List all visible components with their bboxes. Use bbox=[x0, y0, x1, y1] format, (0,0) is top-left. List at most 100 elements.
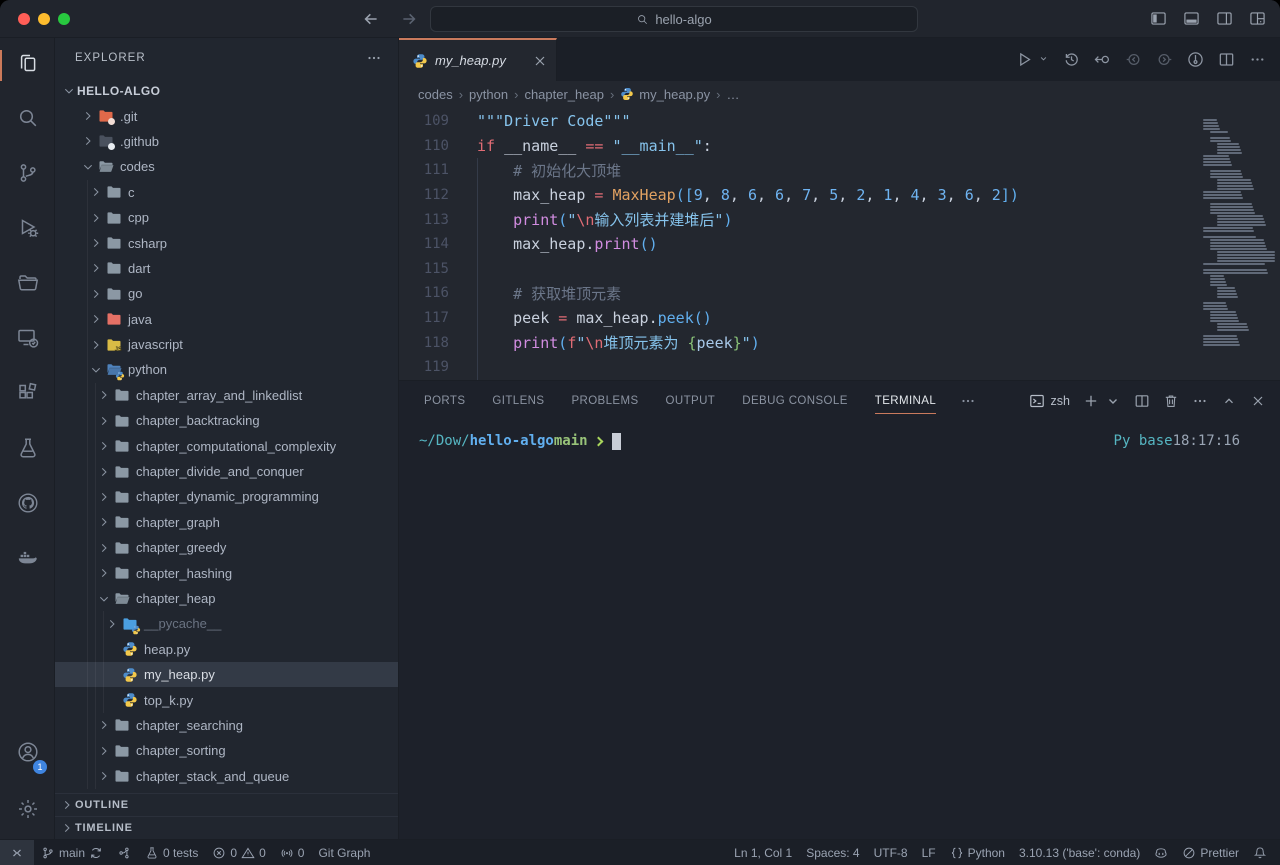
navigate-back-icon[interactable] bbox=[362, 10, 380, 28]
sidebar-section-outline[interactable]: OUTLINE bbox=[55, 793, 398, 816]
tree-item-heap.py[interactable]: heap.py bbox=[55, 637, 398, 662]
terminal-instance[interactable]: zsh bbox=[1029, 393, 1070, 409]
tree-item-chapter_sorting[interactable]: chapter_sorting bbox=[55, 738, 398, 763]
layout-panel-icon[interactable] bbox=[1183, 10, 1200, 27]
activity-testing[interactable] bbox=[0, 423, 55, 478]
maximize-window-button[interactable] bbox=[58, 13, 70, 25]
tree-item-chapter_array_and_linkedlist[interactable]: chapter_array_and_linkedlist bbox=[55, 383, 398, 408]
tree-item-csharp[interactable]: csharp bbox=[55, 230, 398, 255]
tree-item-top_k.py[interactable]: top_k.py bbox=[55, 687, 398, 712]
panel-tab-gitlens[interactable]: GITLENS bbox=[492, 381, 544, 420]
tree-item-chapter_backtracking[interactable]: chapter_backtracking bbox=[55, 408, 398, 433]
next-change-icon[interactable] bbox=[1156, 51, 1173, 68]
tree-item-chapter_greedy[interactable]: chapter_greedy bbox=[55, 535, 398, 560]
close-panel-icon[interactable] bbox=[1250, 393, 1266, 409]
status-git-branch[interactable]: main bbox=[34, 840, 110, 865]
terminal-dropdown-icon[interactable] bbox=[1105, 393, 1121, 409]
editor-tab-my_heap.py[interactable]: my_heap.py bbox=[399, 38, 557, 81]
tree-item-javascript[interactable]: JSjavascript bbox=[55, 332, 398, 357]
tree-item-chapter_heap[interactable]: chapter_heap bbox=[55, 586, 398, 611]
panel-tab-debug-console[interactable]: DEBUG CONSOLE bbox=[742, 381, 848, 420]
tree-item-codes[interactable]: codes bbox=[55, 154, 398, 179]
panel-tab-output[interactable]: OUTPUT bbox=[666, 381, 716, 420]
run-dropdown-icon[interactable] bbox=[1038, 51, 1049, 68]
tree-item-chapter_stack_and_queue[interactable]: chapter_stack_and_queue bbox=[55, 764, 398, 789]
breadcrumb-item[interactable]: … bbox=[726, 87, 739, 102]
status-git-graph[interactable]: Git Graph bbox=[311, 840, 377, 865]
minimize-window-button[interactable] bbox=[38, 13, 50, 25]
previous-change-icon[interactable] bbox=[1125, 51, 1142, 68]
tree-item-java[interactable]: java bbox=[55, 307, 398, 332]
activity-remote-explorer[interactable] bbox=[0, 313, 55, 368]
layout-sidebar-right-icon[interactable] bbox=[1216, 10, 1233, 27]
tree-item-chapter_graph[interactable]: chapter_graph bbox=[55, 510, 398, 535]
status-prettier[interactable]: Prettier bbox=[1175, 840, 1246, 865]
status-copilot[interactable] bbox=[1147, 840, 1175, 865]
status-tests[interactable]: 0 tests bbox=[138, 840, 205, 865]
minimap[interactable] bbox=[1203, 119, 1275, 347]
tree-item-c[interactable]: c bbox=[55, 180, 398, 205]
activity-accounts[interactable]: 1 bbox=[0, 727, 55, 782]
breadcrumb-item[interactable]: my_heap.py bbox=[620, 87, 710, 102]
activity-settings[interactable] bbox=[0, 784, 55, 839]
explorer-more-actions-icon[interactable] bbox=[366, 50, 382, 66]
tree-item-chapter_searching[interactable]: chapter_searching bbox=[55, 713, 398, 738]
new-terminal-icon[interactable] bbox=[1083, 393, 1099, 409]
panel-more-icon[interactable] bbox=[1192, 393, 1208, 409]
run-python-file-icon[interactable] bbox=[1016, 51, 1033, 68]
status-indentation[interactable]: Spaces: 4 bbox=[799, 840, 866, 865]
terminal-view[interactable]: ~/Dow/hello-algo main Py base 18:17:16 bbox=[399, 420, 1280, 839]
status-encoding[interactable]: UTF-8 bbox=[867, 840, 915, 865]
tree-item-dart[interactable]: dart bbox=[55, 256, 398, 281]
tree-item-chapter_hashing[interactable]: chapter_hashing bbox=[55, 560, 398, 585]
status-eol[interactable]: LF bbox=[915, 840, 943, 865]
status-problems[interactable]: 00 bbox=[205, 840, 272, 865]
breadcrumb-item[interactable]: codes bbox=[418, 87, 453, 102]
status-python-interpreter[interactable]: 3.10.13 ('base': conda) bbox=[1012, 840, 1147, 865]
more-actions-icon[interactable] bbox=[1249, 51, 1266, 68]
activity-project-manager[interactable] bbox=[0, 258, 55, 313]
tree-item-.git[interactable]: .git bbox=[55, 103, 398, 128]
close-tab-icon[interactable] bbox=[532, 53, 548, 69]
panel-tab-ports[interactable]: PORTS bbox=[424, 381, 465, 420]
activity-extensions[interactable] bbox=[0, 368, 55, 423]
tree-item-__pycache__[interactable]: __pycache__ bbox=[55, 611, 398, 636]
open-changes-icon[interactable] bbox=[1094, 51, 1111, 68]
timeline-history-icon[interactable] bbox=[1063, 51, 1080, 68]
tree-root-hello-algo[interactable]: HELLO-ALGO bbox=[55, 78, 398, 103]
navigate-forward-icon[interactable] bbox=[400, 10, 418, 28]
status-cursor-position[interactable]: Ln 1, Col 1 bbox=[727, 840, 799, 865]
sidebar-section-timeline[interactable]: TIMELINE bbox=[55, 816, 398, 839]
split-terminal-icon[interactable] bbox=[1134, 393, 1150, 409]
breadcrumb-item[interactable]: chapter_heap bbox=[524, 87, 604, 102]
status-git-graph-button[interactable] bbox=[110, 840, 138, 865]
breadcrumb-item[interactable]: python bbox=[469, 87, 508, 102]
tree-item-my_heap.py[interactable]: my_heap.py bbox=[55, 662, 398, 687]
gitlens-graph-icon[interactable] bbox=[1187, 51, 1204, 68]
tree-item-chapter_computational_complexity[interactable]: chapter_computational_complexity bbox=[55, 433, 398, 458]
panel-tab-terminal[interactable]: TERMINAL bbox=[875, 381, 936, 420]
panel-tab-problems[interactable]: PROBLEMS bbox=[571, 381, 638, 420]
layout-sidebar-left-icon[interactable] bbox=[1150, 10, 1167, 27]
tree-item-python[interactable]: python bbox=[55, 357, 398, 382]
split-editor-icon[interactable] bbox=[1218, 51, 1235, 68]
close-window-button[interactable] bbox=[18, 13, 30, 25]
maximize-panel-icon[interactable] bbox=[1221, 393, 1237, 409]
panel-tabs-overflow-icon[interactable] bbox=[960, 393, 976, 409]
tree-item-go[interactable]: go bbox=[55, 281, 398, 306]
activity-source-control[interactable] bbox=[0, 148, 55, 203]
tree-item-chapter_divide_and_conquer[interactable]: chapter_divide_and_conquer bbox=[55, 459, 398, 484]
status-ports[interactable]: 0 bbox=[273, 840, 312, 865]
activity-search[interactable] bbox=[0, 93, 55, 148]
layout-grid-icon[interactable] bbox=[1249, 10, 1266, 27]
status-remote-indicator[interactable] bbox=[0, 840, 34, 865]
activity-github[interactable] bbox=[0, 478, 55, 533]
code-editor[interactable]: 109"""Driver Code"""110if __name__ == "_… bbox=[399, 107, 1280, 380]
tree-item-chapter_dynamic_programming[interactable]: chapter_dynamic_programming bbox=[55, 484, 398, 509]
tree-item-cpp[interactable]: cpp bbox=[55, 205, 398, 230]
activity-docker[interactable] bbox=[0, 533, 55, 588]
command-center-search[interactable]: hello-algo bbox=[430, 6, 918, 32]
activity-explorer[interactable] bbox=[0, 38, 55, 93]
activity-run-and-debug[interactable] bbox=[0, 203, 55, 258]
status-notifications[interactable] bbox=[1246, 840, 1274, 865]
